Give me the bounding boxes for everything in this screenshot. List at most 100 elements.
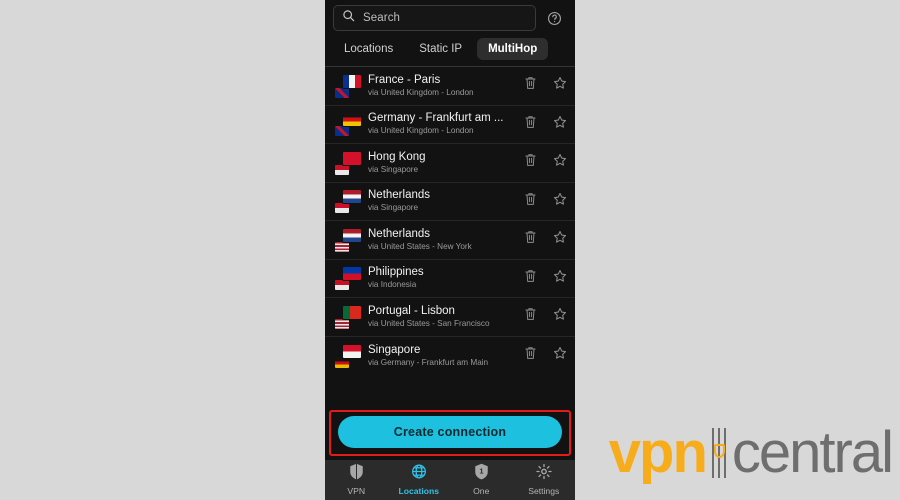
nav-label-locations: Locations (398, 486, 440, 496)
nav-label-settings: Settings (528, 486, 560, 496)
trash-icon[interactable] (524, 269, 537, 288)
table-row[interactable]: Hong Kong via Singapore (325, 144, 575, 183)
gear-icon (536, 463, 552, 485)
star-outline-icon[interactable] (553, 153, 567, 172)
star-outline-icon[interactable] (553, 307, 567, 326)
entry-flag-icon (335, 318, 349, 329)
flag-pair-icon (335, 150, 361, 176)
row-subtitle: via Singapore (368, 164, 419, 174)
row-text: Philippines via Indonesia (368, 266, 516, 290)
exit-flag-icon (343, 74, 361, 88)
trash-icon[interactable] (524, 307, 537, 326)
watermark-central: central (731, 420, 894, 485)
row-subtitle: via United States - San Francisco (368, 318, 490, 328)
entry-flag-icon (335, 280, 349, 291)
flag-pair-icon (335, 343, 361, 369)
star-outline-icon[interactable] (553, 230, 567, 249)
multihop-list[interactable]: France - Paris via United Kingdom - Londo… (325, 66, 575, 404)
trash-icon[interactable] (524, 192, 537, 211)
exit-flag-icon (343, 151, 361, 165)
entry-flag-icon (335, 241, 349, 252)
row-text: Singapore via Germany - Frankfurt am Main (368, 344, 516, 368)
exit-flag-icon (343, 190, 361, 204)
row-subtitle: via Germany - Frankfurt am Main (368, 357, 489, 367)
search-placeholder: Search (363, 12, 401, 24)
entry-flag-icon (335, 126, 349, 137)
entry-flag-icon (335, 203, 349, 214)
table-row[interactable]: Philippines via Indonesia (325, 260, 575, 298)
row-actions (516, 192, 567, 211)
flag-pair-icon (335, 304, 361, 330)
bottom-navigation: VPN Locations 1 One Settings (325, 460, 575, 500)
star-outline-icon[interactable] (553, 192, 567, 211)
table-row[interactable]: Netherlands via Singapore (325, 183, 575, 221)
search-row: Search (325, 0, 575, 34)
nav-label-vpn: VPN (347, 486, 366, 496)
row-title: Singapore (368, 343, 421, 356)
app-window: Search Locations Static IP MultiHop Fran… (325, 0, 575, 500)
trash-icon[interactable] (524, 230, 537, 249)
exit-flag-icon (343, 113, 361, 127)
row-text: Netherlands via Singapore (368, 189, 516, 213)
row-title: Hong Kong (368, 150, 426, 163)
exit-flag-icon (343, 344, 361, 358)
trash-icon[interactable] (524, 115, 537, 134)
row-title: Netherlands (368, 189, 431, 202)
row-text: Portugal - Lisbon via United States - San… (368, 305, 516, 329)
row-title: Germany - Frankfurt am ... (368, 112, 504, 125)
trash-icon[interactable] (524, 153, 537, 172)
shield-one-icon: 1 (474, 463, 489, 485)
tab-bar: Locations Static IP MultiHop (325, 34, 575, 66)
watermark-vpn: vpn (608, 420, 708, 485)
row-subtitle: via Indonesia (368, 280, 417, 290)
nav-item-locations[interactable]: Locations (388, 463, 451, 496)
row-subtitle: via United Kingdom - London (368, 87, 474, 97)
row-title: Portugal - Lisbon (368, 304, 455, 317)
entry-flag-icon (335, 164, 349, 175)
exit-flag-icon (343, 228, 361, 242)
row-actions (516, 269, 567, 288)
watermark: vpn central (608, 420, 894, 485)
flag-pair-icon (335, 73, 361, 99)
tab-static-ip[interactable]: Static IP (408, 38, 473, 60)
trash-icon[interactable] (524, 346, 537, 365)
nav-item-settings[interactable]: Settings (513, 463, 576, 496)
star-outline-icon[interactable] (553, 269, 567, 288)
entry-flag-icon (335, 357, 349, 368)
trash-icon[interactable] (524, 76, 537, 95)
row-actions (516, 76, 567, 95)
row-text: France - Paris via United Kingdom - Londo… (368, 74, 516, 98)
flag-pair-icon (335, 111, 361, 137)
table-row[interactable]: Netherlands via United States - New York (325, 221, 575, 260)
search-input[interactable]: Search (333, 5, 536, 31)
row-title: France - Paris (368, 73, 441, 86)
row-subtitle: via Singapore (368, 203, 419, 213)
table-row[interactable]: Singapore via Germany - Frankfurt am Main (325, 337, 575, 376)
nav-item-vpn[interactable]: VPN (325, 463, 388, 496)
table-row[interactable]: Portugal - Lisbon via United States - San… (325, 298, 575, 337)
table-row[interactable]: France - Paris via United Kingdom - Londo… (325, 67, 575, 106)
flag-pair-icon (335, 265, 361, 291)
nav-label-one: One (473, 486, 490, 496)
shield-icon (349, 463, 364, 485)
create-connection-button[interactable]: Create connection (338, 416, 562, 448)
row-actions (516, 346, 567, 365)
row-actions (516, 153, 567, 172)
nav-item-one[interactable]: 1 One (450, 463, 513, 496)
row-subtitle: via United States - New York (368, 241, 472, 251)
table-row[interactable]: Germany - Frankfurt am ... via United Kin… (325, 106, 575, 144)
tab-locations[interactable]: Locations (333, 38, 404, 60)
star-outline-icon[interactable] (553, 76, 567, 95)
row-text: Netherlands via United States - New York (368, 228, 516, 252)
row-actions (516, 307, 567, 326)
row-actions (516, 115, 567, 134)
row-text: Germany - Frankfurt am ... via United Kin… (368, 112, 516, 136)
star-outline-icon[interactable] (553, 115, 567, 134)
exit-flag-icon (343, 305, 361, 319)
tab-multihop[interactable]: MultiHop (477, 38, 549, 60)
search-icon (342, 9, 355, 27)
help-circle-icon[interactable] (541, 5, 567, 31)
row-actions (516, 230, 567, 249)
create-connection-zone: Create connection (325, 404, 575, 460)
star-outline-icon[interactable] (553, 346, 567, 365)
